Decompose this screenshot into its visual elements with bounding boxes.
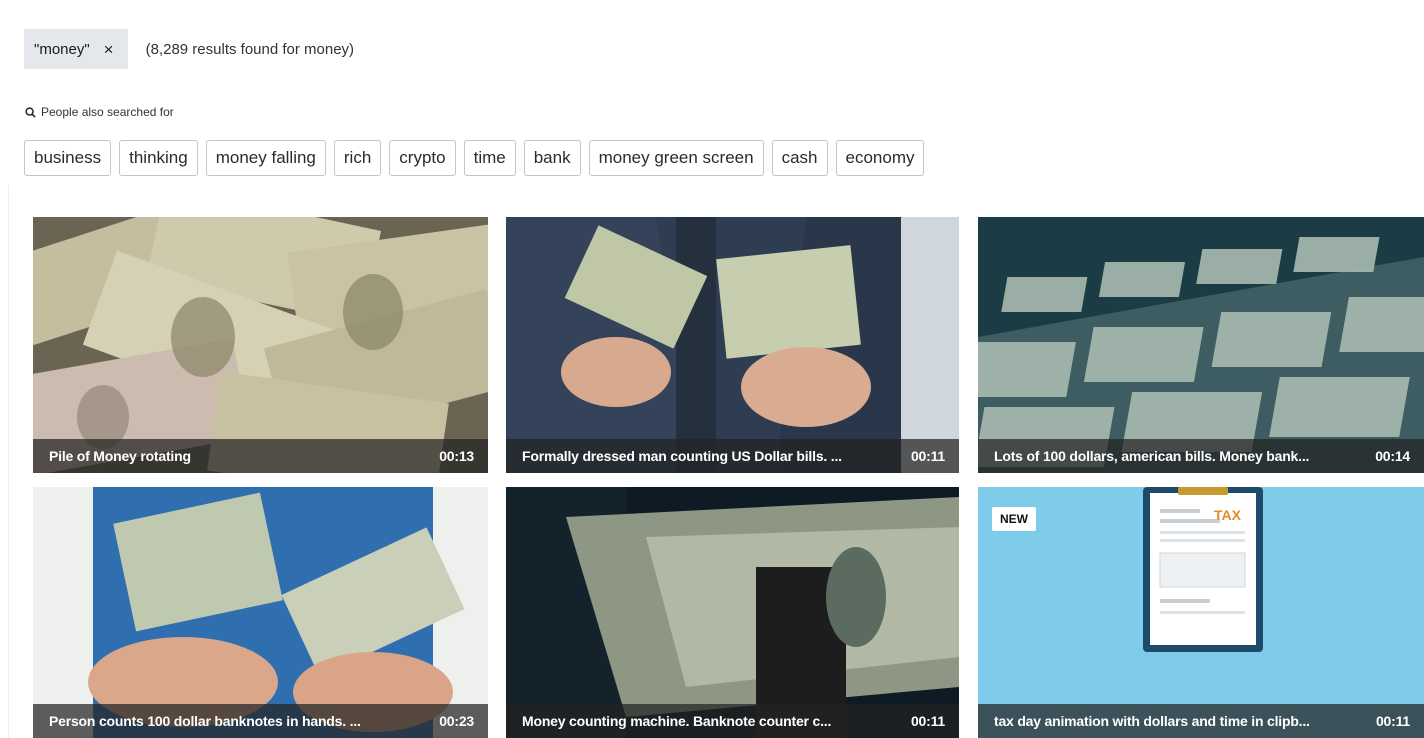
tag-crypto[interactable]: crypto xyxy=(389,140,456,176)
close-icon[interactable]: × xyxy=(104,41,114,58)
result-caption: Formally dressed man counting US Dollar … xyxy=(506,439,959,473)
tag-money-green-screen[interactable]: money green screen xyxy=(588,140,764,176)
tag-thinking[interactable]: thinking xyxy=(119,140,198,176)
result-card[interactable]: Money counting machine. Banknote counter… xyxy=(506,487,959,738)
tag-economy[interactable]: economy xyxy=(835,140,925,176)
result-title: Formally dressed man counting US Dollar … xyxy=(522,448,842,464)
thumbnail-person-counts xyxy=(33,487,488,738)
result-title: Person counts 100 dollar banknotes in ha… xyxy=(49,713,361,729)
tag-rich[interactable]: rich xyxy=(333,140,382,176)
related-tags: business thinking money falling rich cry… xyxy=(24,140,925,176)
tag-money-falling[interactable]: money falling xyxy=(205,140,326,176)
tag-time[interactable]: time xyxy=(463,140,516,176)
tag-bank[interactable]: bank xyxy=(523,140,581,176)
thumbnail-bills-grid xyxy=(978,217,1424,473)
result-title: tax day animation with dollars and time … xyxy=(994,713,1310,729)
also-searched-label: People also searched for xyxy=(25,105,174,119)
thumbnail-man-counting xyxy=(506,217,959,473)
result-duration: 00:14 xyxy=(1375,448,1410,464)
result-caption: Person counts 100 dollar banknotes in ha… xyxy=(33,704,488,738)
search-results-page: "money" × (8,289 results found for money… xyxy=(0,0,1424,738)
thumbnail-counting-machine xyxy=(506,487,959,738)
result-duration: 00:11 xyxy=(910,713,945,729)
tag-business[interactable]: business xyxy=(24,140,112,176)
new-badge: NEW xyxy=(992,507,1036,531)
result-duration: 00:13 xyxy=(439,448,474,464)
result-card[interactable]: Pile of Money rotating 00:13 xyxy=(33,217,488,473)
result-duration: 00:23 xyxy=(439,713,474,729)
also-searched-text: People also searched for xyxy=(41,105,174,119)
result-duration: 00:11 xyxy=(1375,713,1410,729)
result-title: Pile of Money rotating xyxy=(49,448,191,464)
result-title: Lots of 100 dollars, american bills. Mon… xyxy=(994,448,1310,464)
search-icon xyxy=(25,106,36,118)
query-row: "money" × (8,289 results found for money… xyxy=(24,29,354,69)
thumbnail-tax-clipboard: TAX xyxy=(978,487,1424,738)
result-duration: 00:11 xyxy=(910,448,945,464)
query-chip-label: "money" xyxy=(34,40,90,58)
result-title: Money counting machine. Banknote counter… xyxy=(522,713,832,729)
result-caption: Lots of 100 dollars, american bills. Mon… xyxy=(978,439,1424,473)
result-caption: Pile of Money rotating 00:13 xyxy=(33,439,488,473)
result-card[interactable]: Person counts 100 dollar banknotes in ha… xyxy=(33,487,488,738)
result-caption: tax day animation with dollars and time … xyxy=(978,704,1424,738)
thumbnail-pile-of-money xyxy=(33,217,488,473)
tag-cash[interactable]: cash xyxy=(771,140,828,176)
clipboard-tax-label: TAX xyxy=(1214,507,1241,523)
divider xyxy=(8,185,9,738)
result-caption: Money counting machine. Banknote counter… xyxy=(506,704,959,738)
query-chip[interactable]: "money" × xyxy=(24,29,128,69)
result-card[interactable]: Formally dressed man counting US Dollar … xyxy=(506,217,959,473)
result-card[interactable]: Lots of 100 dollars, american bills. Mon… xyxy=(978,217,1424,473)
results-count: (8,289 results found for money) xyxy=(145,40,355,58)
result-card[interactable]: TAX NEW tax day animation with dollars a… xyxy=(978,487,1424,738)
